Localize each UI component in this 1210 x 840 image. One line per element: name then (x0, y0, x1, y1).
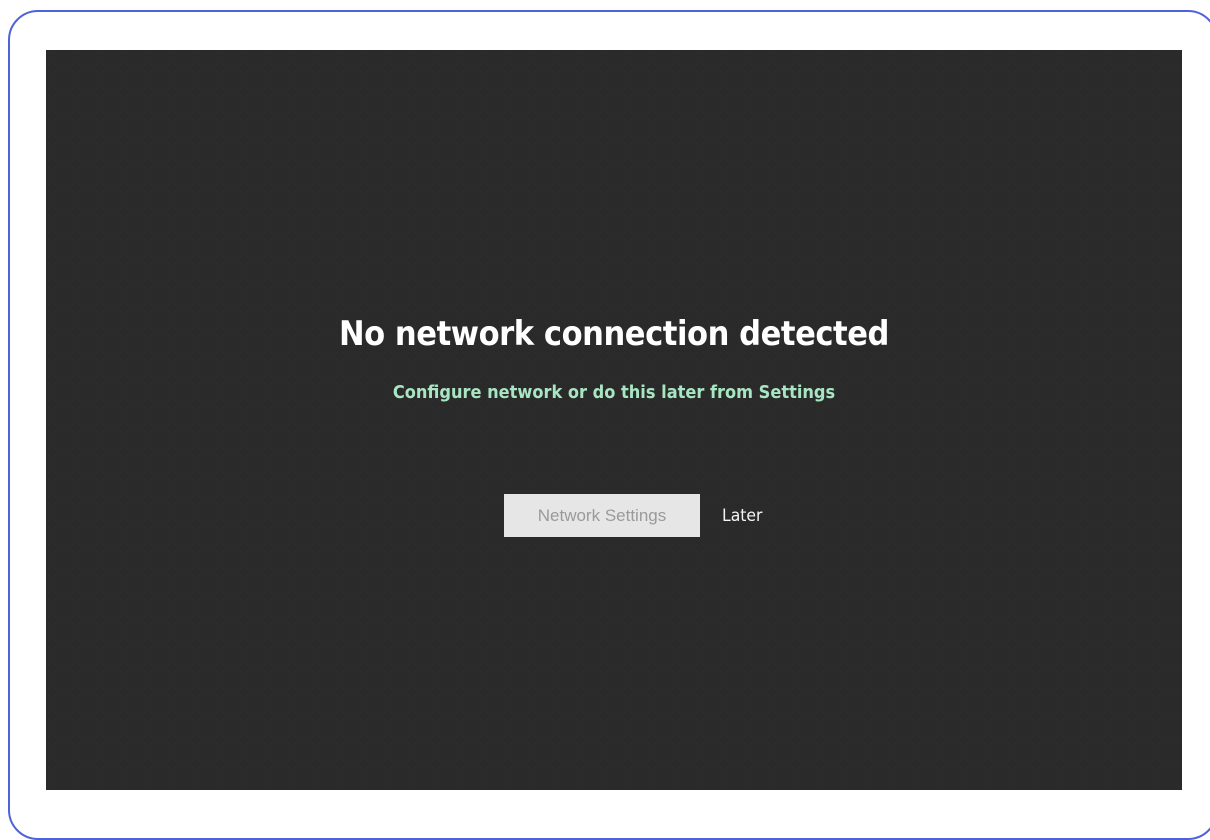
page-title: No network connection detected (338, 314, 890, 354)
network-settings-button[interactable]: Network Settings (504, 494, 700, 537)
action-buttons: Network Settings Later (504, 494, 766, 537)
page-subtitle: Configure network or do this later from … (392, 382, 836, 403)
later-button[interactable]: Later (722, 494, 762, 537)
tv-screen: No network connection detected Configure… (46, 50, 1182, 790)
